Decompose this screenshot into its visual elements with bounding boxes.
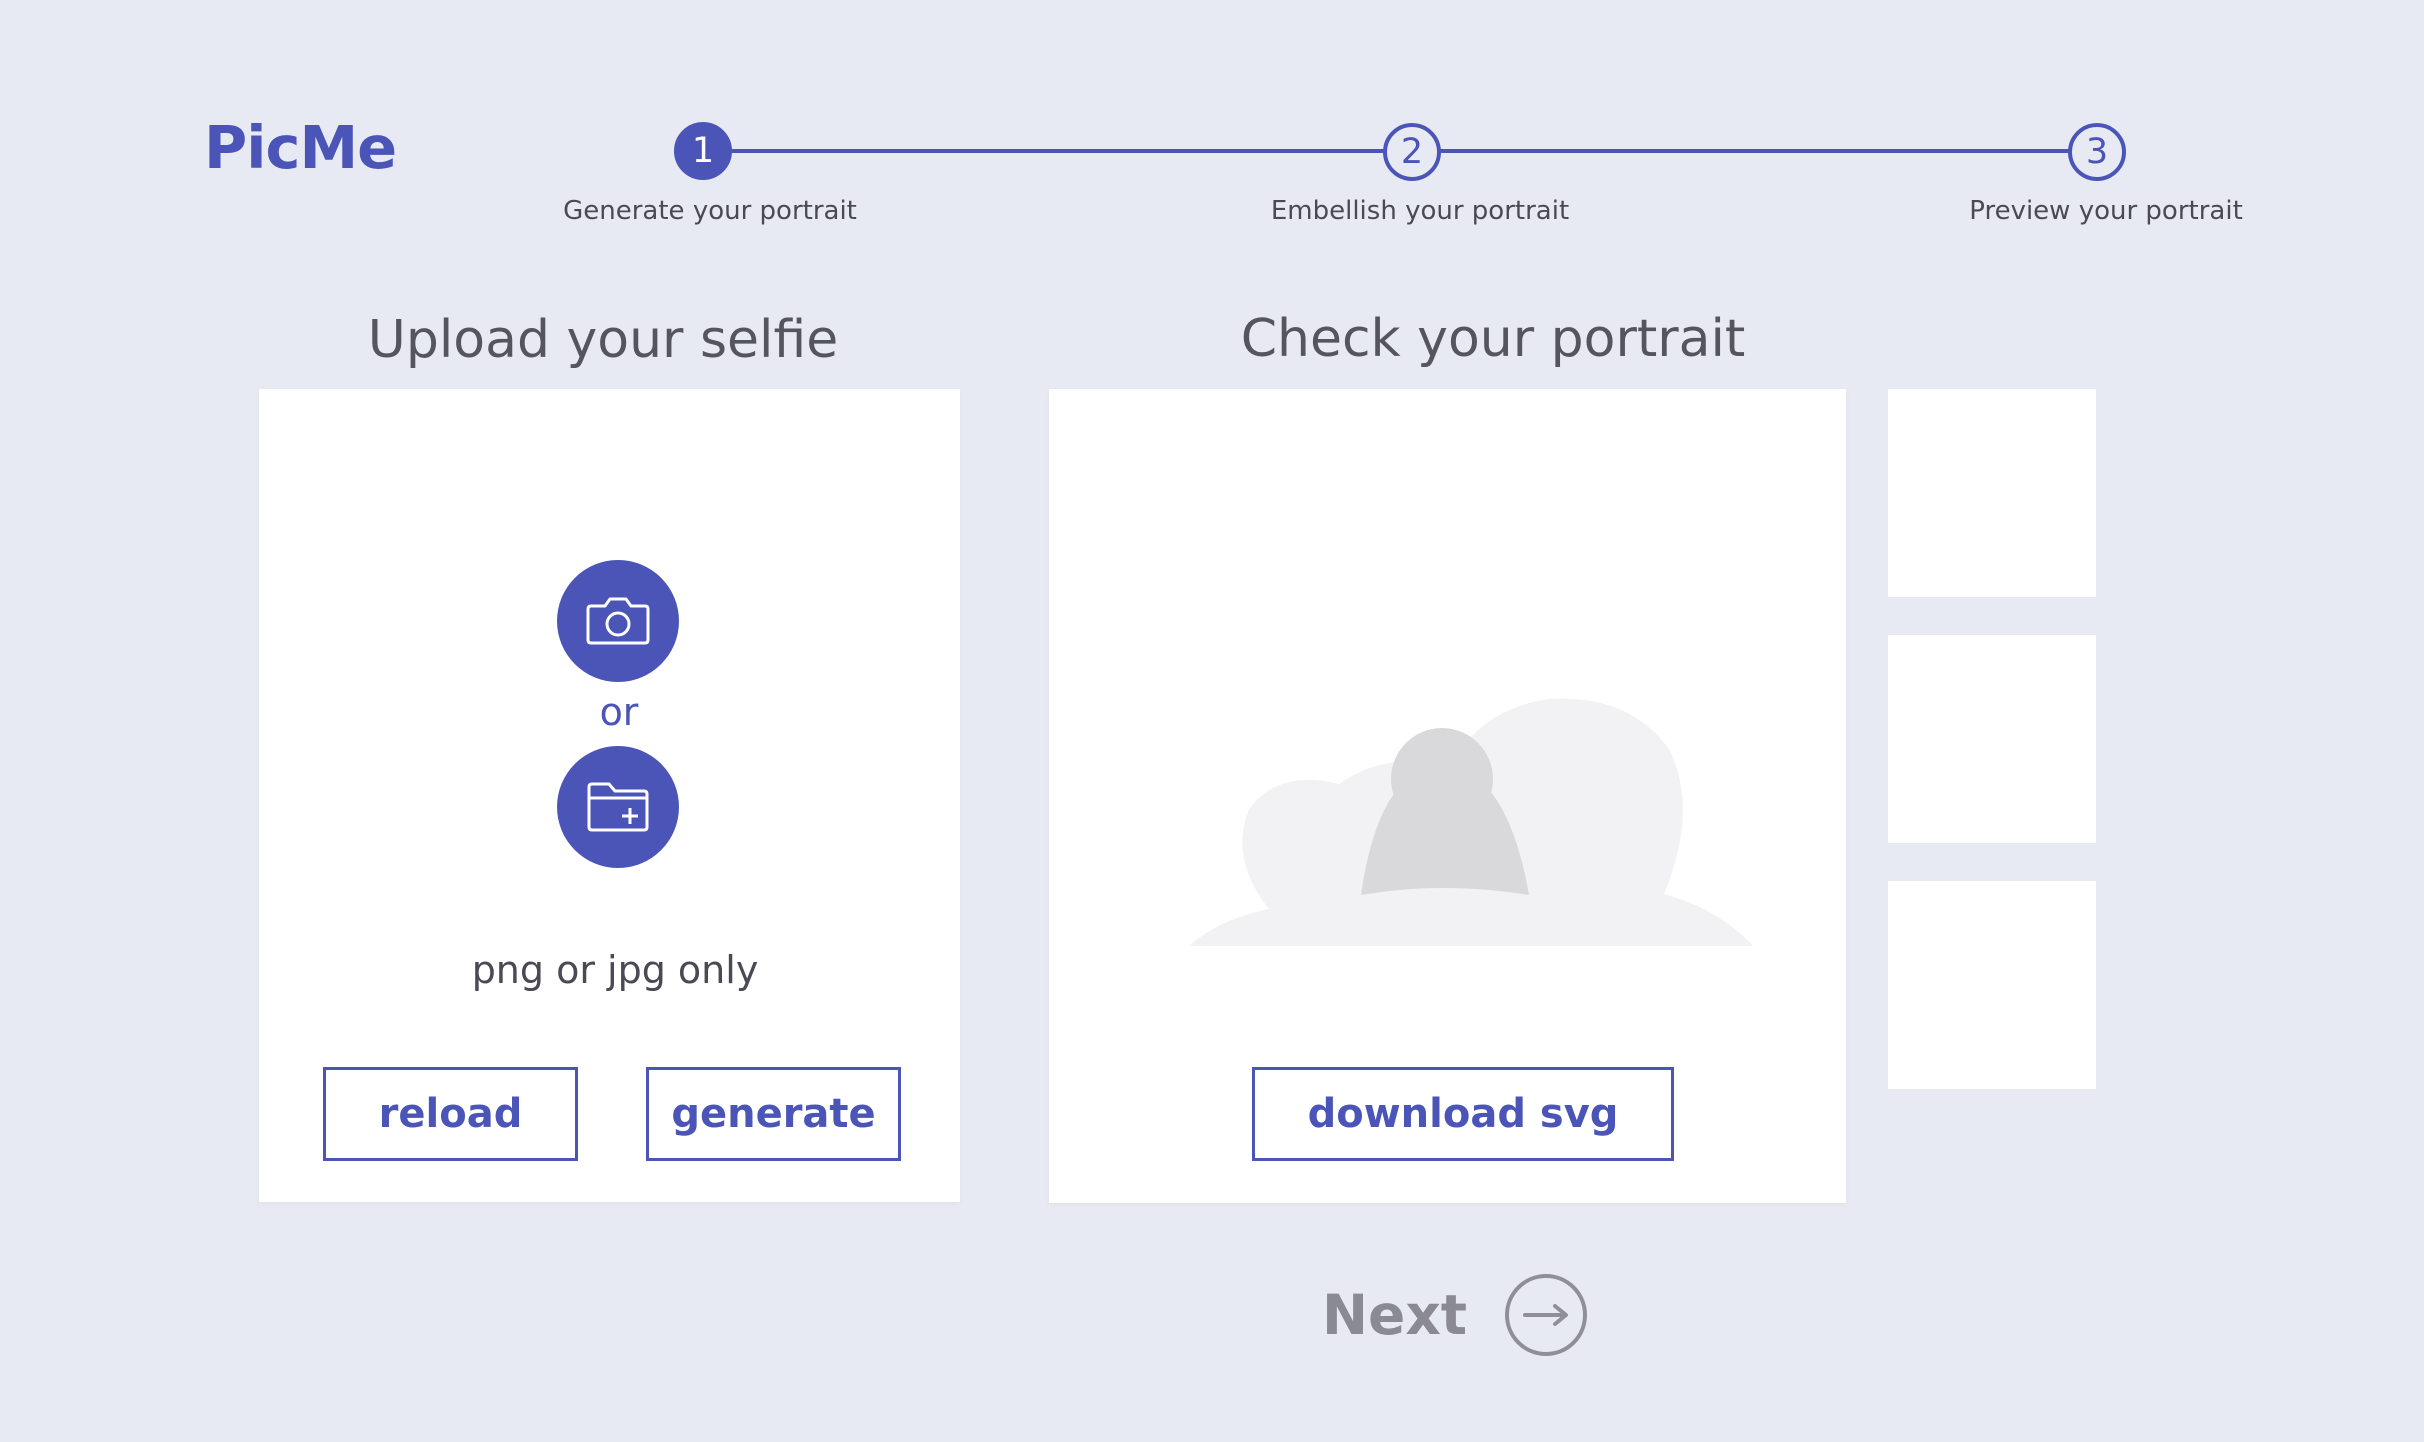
- step-1-label: Generate your portrait: [563, 196, 857, 226]
- portrait-card: download svg: [1049, 389, 1846, 1203]
- app-logo[interactable]: PicMe: [204, 108, 397, 188]
- generate-button[interactable]: generate: [646, 1067, 901, 1161]
- upload-file-button[interactable]: [557, 746, 679, 868]
- generate-button-label: generate: [671, 1091, 876, 1137]
- folder-add-icon: [587, 782, 649, 832]
- or-separator: or: [599, 690, 639, 734]
- reload-button[interactable]: reload: [323, 1067, 578, 1161]
- person-placeholder-icon: [1189, 698, 1753, 946]
- step-3-indicator[interactable]: 3: [2068, 123, 2126, 181]
- camera-icon: [586, 597, 650, 645]
- take-photo-button[interactable]: [557, 560, 679, 682]
- next-button[interactable]: Next: [1322, 1274, 1588, 1356]
- download-svg-label: download svg: [1307, 1091, 1619, 1137]
- step-1-number: 1: [691, 130, 715, 171]
- reload-button-label: reload: [378, 1091, 523, 1137]
- arrow-right-icon: [1523, 1304, 1569, 1326]
- portrait-section-title: Check your portrait: [1240, 309, 1746, 369]
- step-2-number: 2: [1400, 131, 1424, 172]
- file-type-hint: png or jpg only: [471, 948, 759, 992]
- step-3-label: Preview your portrait: [1969, 196, 2243, 226]
- portrait-thumbnail-2[interactable]: [1888, 635, 2096, 843]
- upload-section-title: Upload your selfie: [367, 310, 839, 370]
- upload-card: or png or jpg only reload generate: [259, 389, 960, 1202]
- portrait-thumbnail-3[interactable]: [1888, 881, 2096, 1089]
- step-3-number: 3: [2085, 131, 2109, 172]
- step-1-indicator[interactable]: 1: [674, 122, 732, 180]
- step-2-label: Embellish your portrait: [1270, 196, 1570, 226]
- next-arrow-button[interactable]: [1505, 1274, 1588, 1356]
- next-label: Next: [1322, 1283, 1468, 1347]
- portrait-thumbnail-1[interactable]: [1888, 389, 2096, 597]
- download-svg-button[interactable]: download svg: [1252, 1067, 1674, 1161]
- step-2-indicator[interactable]: 2: [1383, 123, 1441, 181]
